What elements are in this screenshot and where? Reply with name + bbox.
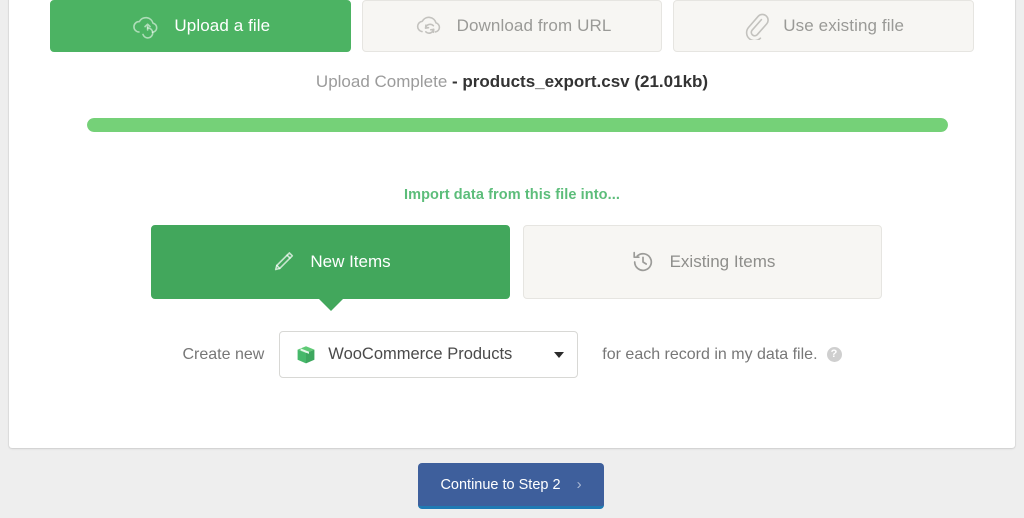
upload-separator: - (452, 72, 458, 91)
post-type-selected-value: WooCommerce Products (328, 345, 513, 363)
paperclip-icon (743, 12, 770, 40)
woocommerce-box-icon (295, 344, 317, 366)
history-clock-icon (630, 249, 656, 275)
active-mode-caret (316, 297, 345, 311)
chevron-right-icon: › (576, 476, 582, 493)
import-mode-group: New Items Existing Items (151, 225, 882, 311)
create-new-label: Create new (182, 345, 265, 363)
chevron-down-icon (554, 351, 565, 358)
upload-progress-bar (87, 118, 948, 132)
source-tab-group: Upload a file Download from URL Use exis… (50, 0, 975, 52)
cloud-sync-icon (413, 13, 443, 39)
mode-label: Existing Items (669, 252, 776, 271)
upload-progress-fill (87, 118, 948, 132)
upload-status-line: Upload Complete - products_export.csv (2… (9, 72, 1015, 92)
create-new-suffix-group: for each record in my data file. ? (602, 345, 842, 364)
tab-label: Upload a file (174, 16, 271, 35)
create-new-suffix-label: for each record in my data file. (602, 345, 818, 363)
mode-new-items[interactable]: New Items (151, 225, 510, 311)
tab-upload-a-file[interactable]: Upload a file (50, 0, 351, 52)
import-destination-heading: Import data from this file into... (403, 187, 621, 203)
create-new-row: Create new WooCommerce Products for each… (9, 331, 1015, 378)
tab-label: Use existing file (783, 16, 905, 35)
continue-button-label: Continue to Step 2 (440, 476, 561, 493)
tab-label: Download from URL (456, 16, 612, 35)
continue-to-step-2-button[interactable]: Continue to Step 2 › (418, 463, 604, 509)
post-type-select[interactable]: WooCommerce Products (279, 331, 579, 378)
tab-use-existing-file[interactable]: Use existing file (673, 0, 975, 52)
importer-card: Upload a file Download from URL Use exis… (9, 0, 1015, 448)
pencil-icon (270, 249, 296, 275)
mode-existing-items[interactable]: Existing Items (523, 225, 882, 299)
help-icon[interactable]: ? (826, 347, 842, 362)
tab-download-from-url[interactable]: Download from URL (361, 0, 663, 52)
upload-status-label: Upload Complete (315, 72, 448, 91)
uploaded-file-summary: products_export.csv (21.01kb) (462, 72, 709, 91)
mode-label: New Items (310, 252, 391, 271)
cloud-upload-icon (130, 13, 160, 39)
